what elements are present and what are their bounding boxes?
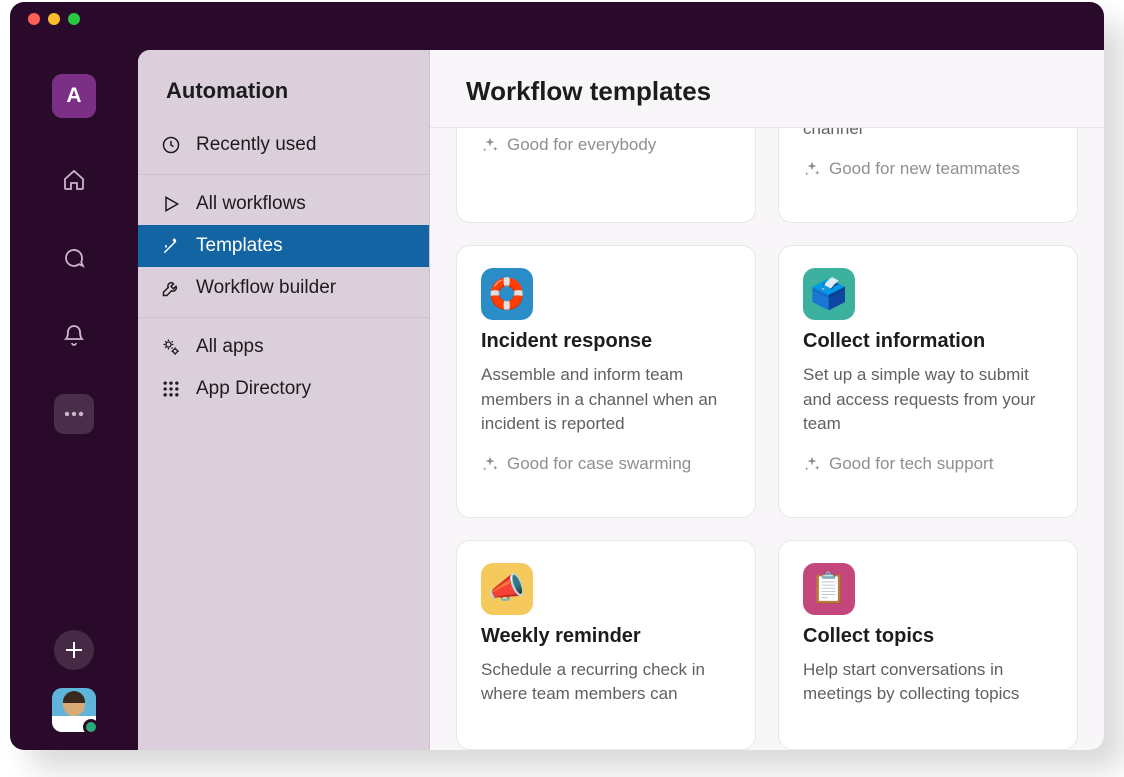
card-tag-label: Good for case swarming	[507, 454, 691, 474]
page-title: Workflow templates	[466, 76, 1068, 107]
sparkle-icon	[803, 160, 821, 178]
sidebar-title: Automation	[138, 78, 429, 124]
card-description: Kick off an AMA by collecting your subje…	[803, 128, 1053, 141]
sidebar-item-label: All workflows	[196, 193, 306, 215]
template-card[interactable]: Kick off an AMA by collecting your subje…	[778, 128, 1078, 223]
sidebar-item-all-apps[interactable]: All apps	[138, 326, 429, 368]
divider	[138, 317, 429, 318]
template-card-collect-information[interactable]: 🗳️ Collect information Set up a simple w…	[778, 245, 1078, 517]
divider	[138, 174, 429, 175]
sidebar-item-app-directory[interactable]: App Directory	[138, 368, 429, 410]
card-icon: 📣	[481, 563, 533, 615]
sidebar-item-all-workflows[interactable]: All workflows	[138, 183, 429, 225]
card-tag: Good for everybody	[481, 135, 731, 155]
wand-icon	[160, 235, 182, 257]
sparkle-icon	[481, 136, 499, 154]
sidebar-item-workflow-builder[interactable]: Workflow builder	[138, 267, 429, 309]
clock-icon	[160, 134, 182, 156]
gears-icon	[160, 336, 182, 358]
add-button[interactable]	[54, 630, 94, 670]
card-description: Schedule a recurring check in where team…	[481, 658, 731, 706]
main-header: Workflow templates	[430, 50, 1104, 128]
card-description: Help start conversations in meetings by …	[803, 658, 1053, 706]
template-card[interactable]: Request and manage your team's planned t…	[456, 128, 756, 223]
automation-sidebar: Automation Recently used All workflows T…	[138, 50, 430, 750]
left-rail: A	[10, 36, 138, 750]
app-window: A Autom	[10, 2, 1104, 750]
template-card-incident-response[interactable]: 🛟 Incident response Assemble and inform …	[456, 245, 756, 517]
template-grid: Request and manage your team's planned t…	[430, 128, 1104, 750]
sidebar-item-label: Templates	[196, 235, 283, 257]
card-title: Weekly reminder	[481, 625, 731, 648]
main-panel: Automation Recently used All workflows T…	[138, 50, 1104, 750]
sidebar-item-label: Workflow builder	[196, 277, 336, 299]
sparkle-icon	[481, 455, 499, 473]
play-icon	[160, 193, 182, 215]
presence-indicator	[83, 719, 99, 735]
card-tag: Good for new teammates	[803, 159, 1053, 179]
close-window-button[interactable]	[28, 13, 40, 25]
sidebar-item-label: App Directory	[196, 378, 311, 400]
sidebar-item-templates[interactable]: Templates	[138, 225, 429, 267]
card-title: Incident response	[481, 330, 731, 353]
template-card-collect-topics[interactable]: 📋 Collect topics Help start conversation…	[778, 540, 1078, 750]
card-tag-label: Good for new teammates	[829, 159, 1020, 179]
activity-icon[interactable]	[54, 316, 94, 356]
wrench-icon	[160, 277, 182, 299]
sidebar-item-label: Recently used	[196, 134, 316, 156]
card-tag: Good for tech support	[803, 454, 1053, 474]
workspace-switcher[interactable]: A	[52, 74, 96, 118]
dm-icon[interactable]	[54, 238, 94, 278]
grid-icon	[160, 378, 182, 400]
card-title: Collect information	[803, 330, 1053, 353]
template-card-weekly-reminder[interactable]: 📣 Weekly reminder Schedule a recurring c…	[456, 540, 756, 750]
card-tag: Good for case swarming	[481, 454, 731, 474]
card-tag-label: Good for everybody	[507, 135, 656, 155]
main-content: Workflow templates Request and manage yo…	[430, 50, 1104, 750]
home-icon[interactable]	[54, 160, 94, 200]
card-title: Collect topics	[803, 625, 1053, 648]
sidebar-item-recently-used[interactable]: Recently used	[138, 124, 429, 166]
minimize-window-button[interactable]	[48, 13, 60, 25]
more-icon[interactable]	[54, 394, 94, 434]
sidebar-item-label: All apps	[196, 336, 264, 358]
maximize-window-button[interactable]	[68, 13, 80, 25]
card-description: Set up a simple way to submit and access…	[803, 363, 1053, 435]
card-tag-label: Good for tech support	[829, 454, 993, 474]
card-icon: 📋	[803, 563, 855, 615]
card-description: Assemble and inform team members in a ch…	[481, 363, 731, 435]
card-icon: 🛟	[481, 268, 533, 320]
card-icon: 🗳️	[803, 268, 855, 320]
window-titlebar	[10, 2, 1104, 36]
sparkle-icon	[803, 455, 821, 473]
